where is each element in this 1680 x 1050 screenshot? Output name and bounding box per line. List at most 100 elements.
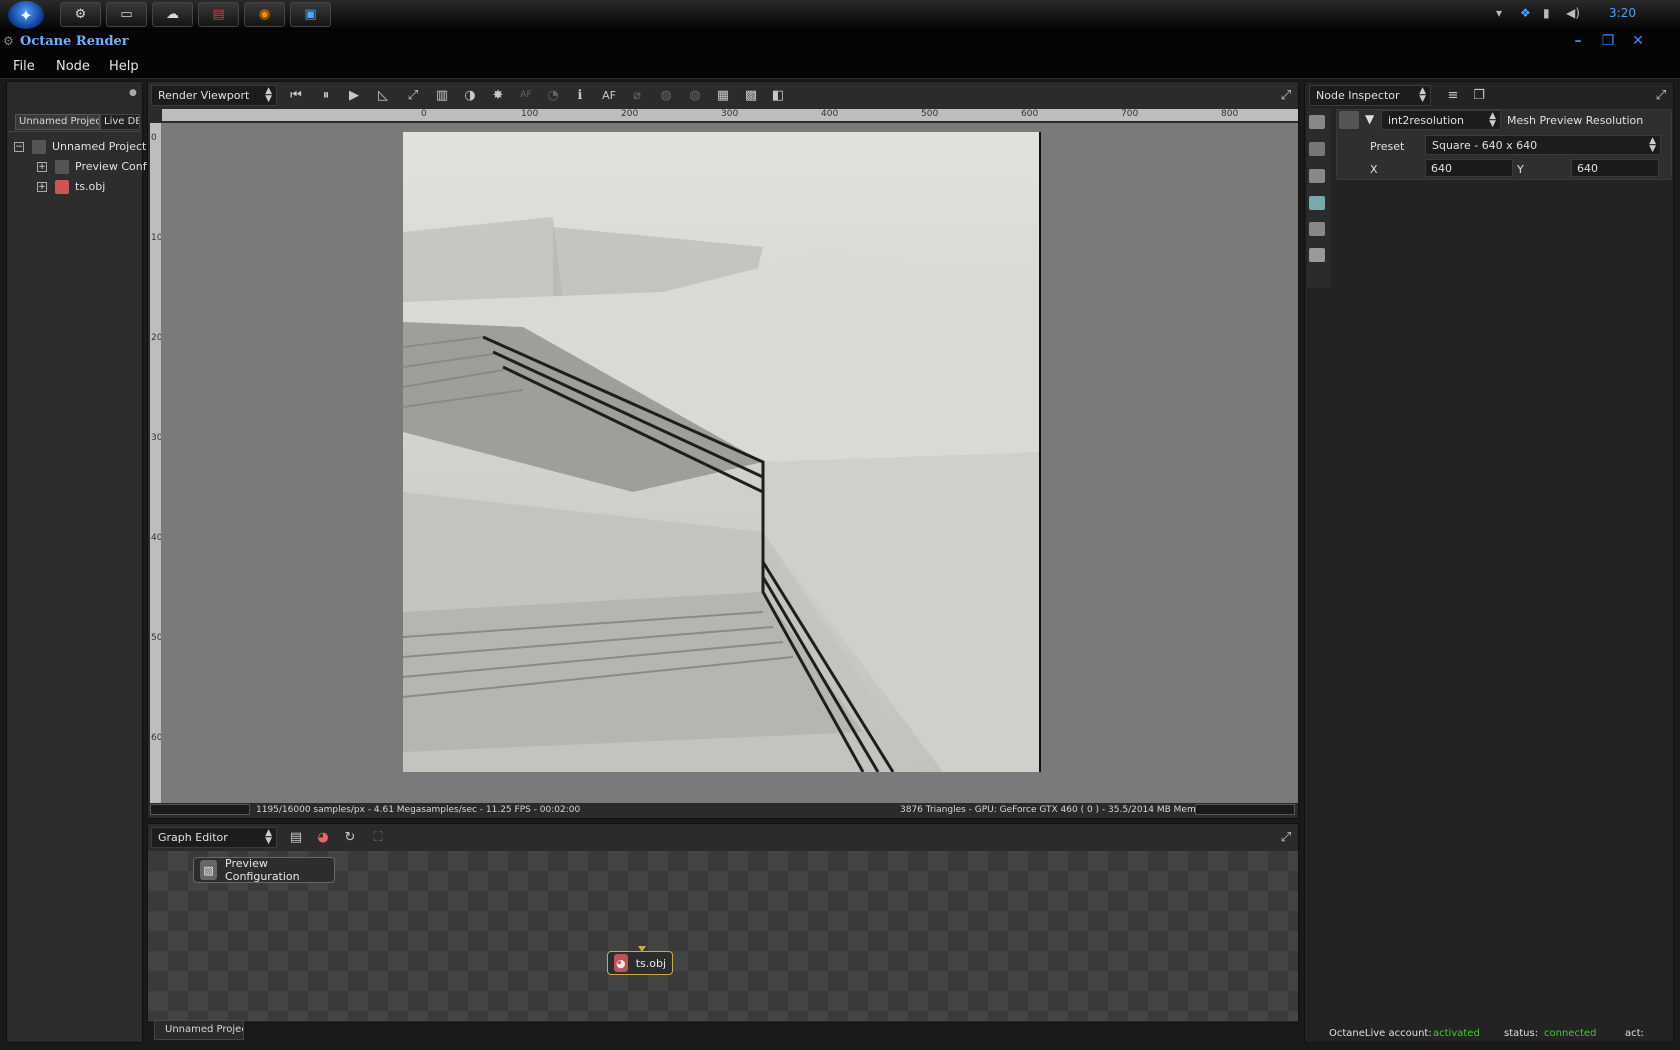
- save-image-icon[interactable]: ▥: [432, 85, 452, 105]
- collapse-icon[interactable]: −: [14, 142, 24, 152]
- tree-item-ts-obj[interactable]: + ts.obj: [37, 180, 105, 194]
- node-label: ts.obj: [635, 956, 666, 970]
- node-preview-configuration[interactable]: ▧ Preview Configuration: [193, 857, 335, 883]
- node-type-label: int2resolution: [1388, 114, 1464, 127]
- minimize-button[interactable]: –: [1565, 31, 1591, 50]
- imager-icon[interactable]: [1309, 222, 1325, 236]
- x-field[interactable]: 640: [1425, 159, 1513, 177]
- tab-live-db[interactable]: Live DB: [100, 114, 140, 130]
- octane-icon[interactable]: ⚙: [60, 2, 101, 27]
- environment-icon[interactable]: [1309, 196, 1325, 210]
- node-label: Preview Configuration: [225, 857, 300, 883]
- image-icon[interactable]: [1309, 115, 1325, 129]
- folder-icon[interactable]: ▭: [106, 2, 147, 27]
- ruler-x-label: 200: [621, 109, 639, 119]
- account-label: OctaneLive account:: [1329, 1028, 1432, 1039]
- load-mesh-icon[interactable]: ◕: [313, 827, 333, 847]
- info-picker-icon[interactable]: ℹ: [570, 85, 590, 105]
- tree-view: − Unnamed Project + Preview Confi + ts.obj: [8, 131, 150, 1041]
- ruler-x-label: 700: [1121, 109, 1139, 119]
- ruler-x-label: 800: [1221, 109, 1239, 119]
- tree-item-project[interactable]: − Unnamed Project: [14, 140, 146, 154]
- restore-button[interactable]: ❐: [1595, 31, 1621, 50]
- tray-arrow-icon[interactable]: ▾: [1496, 6, 1502, 20]
- region-icon[interactable]: ▦: [713, 85, 733, 105]
- collapse-all-icon[interactable]: ≡: [1443, 85, 1463, 105]
- menu-help[interactable]: Help: [109, 59, 139, 74]
- y-field[interactable]: 640: [1571, 159, 1659, 177]
- status-label: status:: [1504, 1028, 1539, 1039]
- network-icon[interactable]: ☁: [152, 2, 193, 27]
- tab-graph-unnamed-project[interactable]: Unnamed Project: [154, 1020, 244, 1040]
- node-ts-obj[interactable]: ◕ ts.obj: [607, 951, 673, 975]
- menu-node[interactable]: Node: [56, 59, 90, 74]
- render-image[interactable]: [403, 132, 1041, 772]
- updown-icon: ▲ ▼: [1489, 111, 1496, 129]
- pdf-icon[interactable]: ▤: [198, 2, 239, 27]
- expand-icon[interactable]: +: [37, 182, 47, 192]
- ruler-x-label: 600: [1021, 109, 1039, 119]
- x-label: X: [1370, 163, 1378, 176]
- alpha-icon[interactable]: ▩: [741, 85, 761, 105]
- material-picker-icon[interactable]: ◍: [656, 85, 676, 105]
- preset-select[interactable]: Square - 640 x 640 ▲ ▼: [1425, 135, 1661, 155]
- expand-icon[interactable]: +: [37, 162, 47, 172]
- node-name: Mesh Preview Resolution: [1507, 114, 1644, 127]
- pick-icon[interactable]: ◑: [460, 85, 480, 105]
- config-icon: ▧: [200, 860, 218, 880]
- photoshop-icon[interactable]: ▣: [290, 2, 331, 27]
- updown-icon: ▲ ▼: [265, 828, 272, 846]
- inspector-select[interactable]: Node Inspector ▲ ▼: [1309, 85, 1431, 106]
- node-type-select[interactable]: int2resolution ▲ ▼: [1381, 110, 1501, 130]
- object-picker-icon[interactable]: ◍: [685, 85, 705, 105]
- kernel-icon[interactable]: [1309, 248, 1325, 262]
- tab-unnamed-project[interactable]: Unnamed Project: [15, 114, 100, 130]
- tree-item-preview-config[interactable]: + Preview Confi: [37, 160, 150, 174]
- ruler-y-label: 0: [151, 133, 157, 143]
- play-icon[interactable]: ▶: [344, 85, 364, 105]
- new-graph-icon[interactable]: ▤: [286, 827, 306, 847]
- light-icon[interactable]: ✸: [488, 85, 508, 105]
- signal-icon[interactable]: ▮: [1543, 6, 1550, 20]
- viewport-select[interactable]: Render Viewport ▲ ▼: [151, 85, 277, 106]
- tree-label: ts.obj: [75, 180, 106, 193]
- collapse-triangle-icon[interactable]: ▼: [1365, 112, 1374, 126]
- clock[interactable]: 3:20: [1609, 6, 1636, 20]
- pin-icon[interactable]: ●: [129, 88, 137, 98]
- preset-value: Square - 640 x 640: [1432, 139, 1538, 152]
- updown-icon: ▲ ▼: [265, 86, 272, 104]
- maximize-inspector-icon[interactable]: ⤢: [1651, 85, 1671, 105]
- maximize-graph-icon[interactable]: ⤢: [1276, 827, 1296, 847]
- film-icon[interactable]: [1309, 169, 1325, 183]
- ruler-icon[interactable]: ◺: [373, 85, 393, 105]
- viewport-select-label: Render Viewport: [158, 89, 250, 102]
- maximize-viewport-icon[interactable]: ⤢: [1276, 85, 1296, 105]
- rewind-icon[interactable]: ⏮: [286, 85, 306, 105]
- camera-icon[interactable]: [1309, 142, 1325, 156]
- af-point-icon[interactable]: AF: [516, 85, 536, 105]
- reload-icon[interactable]: ↻: [340, 827, 360, 847]
- project-panel: ● Unnamed Project Live DB − Unnamed Proje…: [6, 81, 150, 1043]
- close-button[interactable]: ✕: [1625, 31, 1651, 50]
- lock-view-icon[interactable]: ◧: [768, 85, 788, 105]
- firefox-icon[interactable]: ◉: [244, 2, 285, 27]
- graph-editor-select[interactable]: Graph Editor ▲ ▼: [151, 827, 277, 848]
- autofocus-icon[interactable]: AF: [599, 85, 619, 105]
- ruler-x-label: 100: [521, 109, 539, 119]
- focus-picker-icon[interactable]: ⌀: [627, 85, 647, 105]
- pause-icon[interactable]: ⏸: [316, 85, 336, 105]
- render-picture: [403, 132, 1041, 772]
- ruler-x-label: 400: [821, 109, 839, 119]
- fit-icon[interactable]: ⤢: [403, 85, 423, 105]
- ruler-x-label: 300: [721, 109, 739, 119]
- volume-icon[interactable]: ◀): [1566, 6, 1580, 20]
- start-button[interactable]: ✦: [8, 1, 44, 29]
- inspector-select-label: Node Inspector: [1316, 89, 1400, 102]
- render-stats: 1195/16000 samples/px - 4.61 Megasamples…: [256, 805, 581, 815]
- white-balance-icon[interactable]: ◔: [543, 85, 563, 105]
- menu-file[interactable]: File: [13, 59, 35, 74]
- arrange-icon[interactable]: ⛶: [368, 827, 388, 847]
- progress-bar: [150, 804, 250, 815]
- dropbox-icon[interactable]: ❖: [1520, 6, 1531, 20]
- expand-all-icon[interactable]: ❐: [1469, 85, 1489, 105]
